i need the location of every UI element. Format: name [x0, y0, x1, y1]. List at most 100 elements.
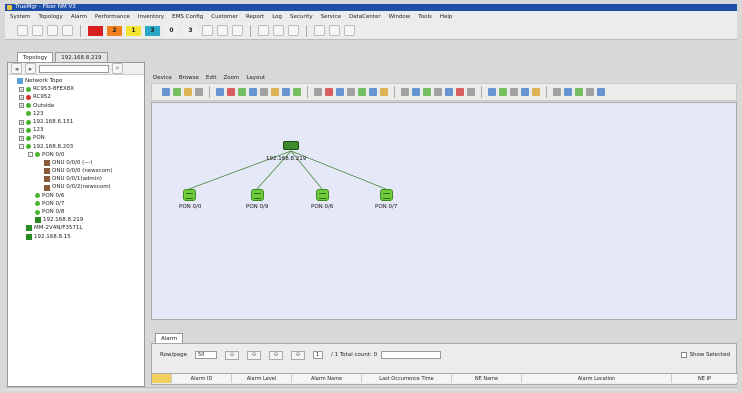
- tree-search-input[interactable]: [39, 64, 109, 73]
- filter-input[interactable]: [381, 351, 442, 359]
- tool-icon[interactable]: [358, 88, 366, 96]
- monitor-icon[interactable]: [288, 25, 299, 36]
- tool-icon[interactable]: [532, 88, 540, 96]
- tool-icon[interactable]: [238, 88, 246, 96]
- alarm-column-header[interactable]: NE IP: [672, 374, 738, 383]
- save-icon[interactable]: [47, 25, 58, 36]
- menu-item[interactable]: Inventory: [138, 14, 164, 20]
- tree-node[interactable]: - 192.168.8.203: [10, 143, 144, 151]
- alarm-column-header[interactable]: [152, 374, 172, 383]
- tree-expander-icon[interactable]: +: [19, 94, 24, 100]
- tool-icon[interactable]: [249, 88, 257, 96]
- tree-node[interactable]: +ONU 0/0/0 (newscom): [10, 167, 144, 175]
- forward-icon[interactable]: ▸: [25, 63, 36, 74]
- alarm-severity-count[interactable]: 0: [164, 25, 179, 36]
- tree-node[interactable]: + RC952: [10, 93, 144, 101]
- menu-item[interactable]: System: [10, 14, 31, 20]
- next-page-button[interactable]: ⊙: [269, 350, 284, 360]
- pon-node-icon[interactable]: [251, 189, 264, 201]
- tree-expander-icon[interactable]: +: [19, 103, 24, 109]
- tree-expander-icon[interactable]: -: [19, 144, 24, 150]
- alarm-column-header[interactable]: Last Occurrence Time: [362, 374, 452, 383]
- topology-menu-item[interactable]: Edit: [206, 75, 217, 81]
- search-icon[interactable]: ⌕: [112, 63, 123, 74]
- tool-icon[interactable]: [227, 88, 235, 96]
- tab-alarm[interactable]: Alarm: [155, 333, 184, 343]
- filter-icon[interactable]: [202, 25, 213, 36]
- alarm-column-header[interactable]: NE Name: [452, 374, 522, 383]
- menu-item[interactable]: Customer: [211, 14, 238, 20]
- tool-icon[interactable]: [293, 88, 301, 96]
- tool-icon[interactable]: [521, 88, 529, 96]
- tree-node[interactable]: +ONU 0/0/0 (---): [10, 159, 144, 167]
- tool-icon[interactable]: [434, 88, 442, 96]
- topology-canvas[interactable]: 192.168.8.219 PON 0/0 PON 0/9 PON 0/6 PO…: [151, 102, 737, 320]
- alarm-column-header[interactable]: Alarm Name: [292, 374, 362, 383]
- refresh-icon[interactable]: [62, 25, 73, 36]
- alarm-column-header[interactable]: Alarm ID: [172, 374, 232, 383]
- tool-icon[interactable]: [347, 88, 355, 96]
- tab-0[interactable]: Topology: [17, 52, 54, 62]
- tree-node[interactable]: +PON 0/7: [10, 200, 144, 208]
- tool-icon[interactable]: [260, 88, 268, 96]
- menu-item[interactable]: Help: [440, 14, 453, 20]
- alarm-column-header[interactable]: Alarm Location: [522, 374, 672, 383]
- menu-item[interactable]: Log: [272, 14, 282, 20]
- show-selected-option[interactable]: Show Selected: [680, 352, 730, 358]
- tool-icon[interactable]: [184, 88, 192, 96]
- menu-item[interactable]: Topology: [39, 14, 63, 20]
- tool-icon[interactable]: [401, 88, 409, 96]
- tool-icon[interactable]: [564, 88, 572, 96]
- tool-icon[interactable]: [412, 88, 420, 96]
- back-icon[interactable]: [32, 25, 43, 36]
- tree-node[interactable]: +192.168.8.15: [10, 233, 144, 241]
- tool-icon[interactable]: [325, 88, 333, 96]
- gear-icon[interactable]: [232, 25, 243, 36]
- menu-item[interactable]: Performance: [95, 14, 130, 20]
- back-icon[interactable]: ◂: [11, 63, 22, 74]
- tree-expander-icon[interactable]: +: [19, 135, 24, 141]
- menu-item[interactable]: EMS Config: [172, 14, 203, 20]
- settings-icon[interactable]: [329, 25, 340, 36]
- last-page-button[interactable]: ⊙: [291, 350, 306, 360]
- tool-icon[interactable]: [195, 88, 203, 96]
- tool-icon[interactable]: [314, 88, 322, 96]
- tool-icon[interactable]: [575, 88, 583, 96]
- tool-icon[interactable]: [173, 88, 181, 96]
- tree-node[interactable]: +ONU 0/0/1(admin): [10, 175, 144, 183]
- tree-expander-icon[interactable]: -: [28, 152, 33, 158]
- topology-menu-item[interactable]: Zoom: [224, 75, 240, 81]
- alarm-severity-count[interactable]: 3: [145, 25, 160, 36]
- pon-node-icon[interactable]: [380, 189, 393, 201]
- tool-icon[interactable]: [369, 88, 377, 96]
- tree-node[interactable]: +192.168.8.219: [10, 216, 144, 224]
- alarm-severity-count[interactable]: 2: [107, 25, 122, 36]
- tool-icon[interactable]: [162, 88, 170, 96]
- alarm-severity-count[interactable]: [88, 25, 103, 36]
- topology-menu-item[interactable]: Device: [153, 75, 172, 81]
- topology-menu-item[interactable]: Browse: [179, 75, 199, 81]
- tool-icon[interactable]: [271, 88, 279, 96]
- print-icon[interactable]: [258, 25, 269, 36]
- pon-node-icon[interactable]: [316, 189, 329, 201]
- tree-node[interactable]: + RC953-8FEX8X: [10, 85, 144, 93]
- pon-node-icon[interactable]: [183, 189, 196, 201]
- tool-icon[interactable]: [423, 88, 431, 96]
- olt-device-icon[interactable]: [283, 141, 299, 150]
- tool-icon[interactable]: [467, 88, 475, 96]
- topology-menu-item[interactable]: Layout: [246, 75, 265, 81]
- tree-node[interactable]: +ONU 0/0/2(newscom): [10, 183, 144, 191]
- tree-expander-icon[interactable]: +: [19, 127, 24, 133]
- tree-node[interactable]: + Outside: [10, 102, 144, 110]
- rows-per-page-select[interactable]: 50: [195, 351, 218, 359]
- tree-node[interactable]: + PON: [10, 134, 144, 142]
- tree-node[interactable]: +Network Topo: [10, 77, 144, 85]
- tool-icon[interactable]: [445, 88, 453, 96]
- find-icon[interactable]: [273, 25, 284, 36]
- tool-icon[interactable]: [336, 88, 344, 96]
- menu-item[interactable]: DataCenter: [349, 14, 381, 20]
- tool-icon[interactable]: [488, 88, 496, 96]
- page-number-input[interactable]: 1: [313, 351, 324, 359]
- menu-item[interactable]: Report: [246, 14, 264, 20]
- tree-node[interactable]: - PON 0/0: [10, 151, 144, 159]
